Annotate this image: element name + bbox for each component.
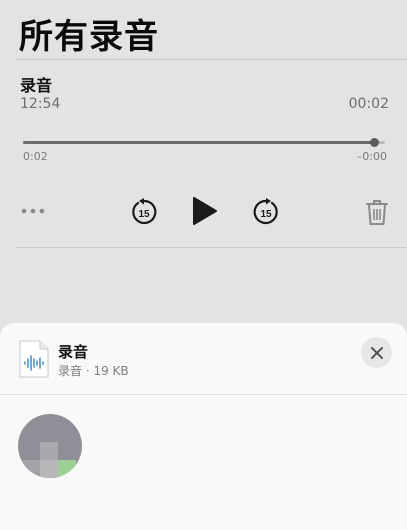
file-name: 录音: [58, 343, 89, 361]
trash-icon: [366, 200, 388, 225]
more-options-button[interactable]: [18, 199, 48, 223]
scrubber-progress: [23, 141, 375, 144]
skip-back-button[interactable]: 15: [128, 196, 160, 228]
skip-back-seconds: 15: [138, 209, 150, 220]
delete-button[interactable]: [362, 196, 392, 228]
remaining-time: –0:00: [356, 150, 387, 163]
play-icon: [193, 197, 217, 225]
recording-date: 12:54: [20, 96, 61, 112]
divider: [0, 394, 407, 395]
skip-forward-15-icon: 15: [253, 198, 278, 225]
divider: [16, 59, 407, 60]
voice-memos-screen: 所有录音 录音 12:54 00:02 0:02 –0:00 15 15 录音 …: [0, 0, 407, 530]
skip-forward-seconds: 15: [260, 209, 272, 220]
skip-forward-button[interactable]: 15: [250, 196, 282, 228]
scrubber-handle[interactable]: [370, 138, 380, 147]
elapsed-time: 0:02: [23, 150, 48, 163]
skip-back-15-icon: 15: [132, 198, 157, 225]
page-title: 所有录音: [19, 17, 159, 57]
playback-scrubber[interactable]: [23, 141, 385, 144]
recording-duration: 00:02: [348, 96, 389, 112]
close-icon: [370, 346, 383, 359]
recording-name[interactable]: 录音: [20, 72, 52, 96]
audio-file-icon: [19, 340, 49, 378]
contact-avatar[interactable]: [18, 414, 82, 478]
file-meta: 录音 · 19 KB: [58, 364, 129, 378]
close-button[interactable]: [361, 337, 392, 368]
ellipsis-icon: [21, 208, 45, 214]
divider: [16, 247, 407, 248]
play-button[interactable]: [186, 193, 222, 229]
